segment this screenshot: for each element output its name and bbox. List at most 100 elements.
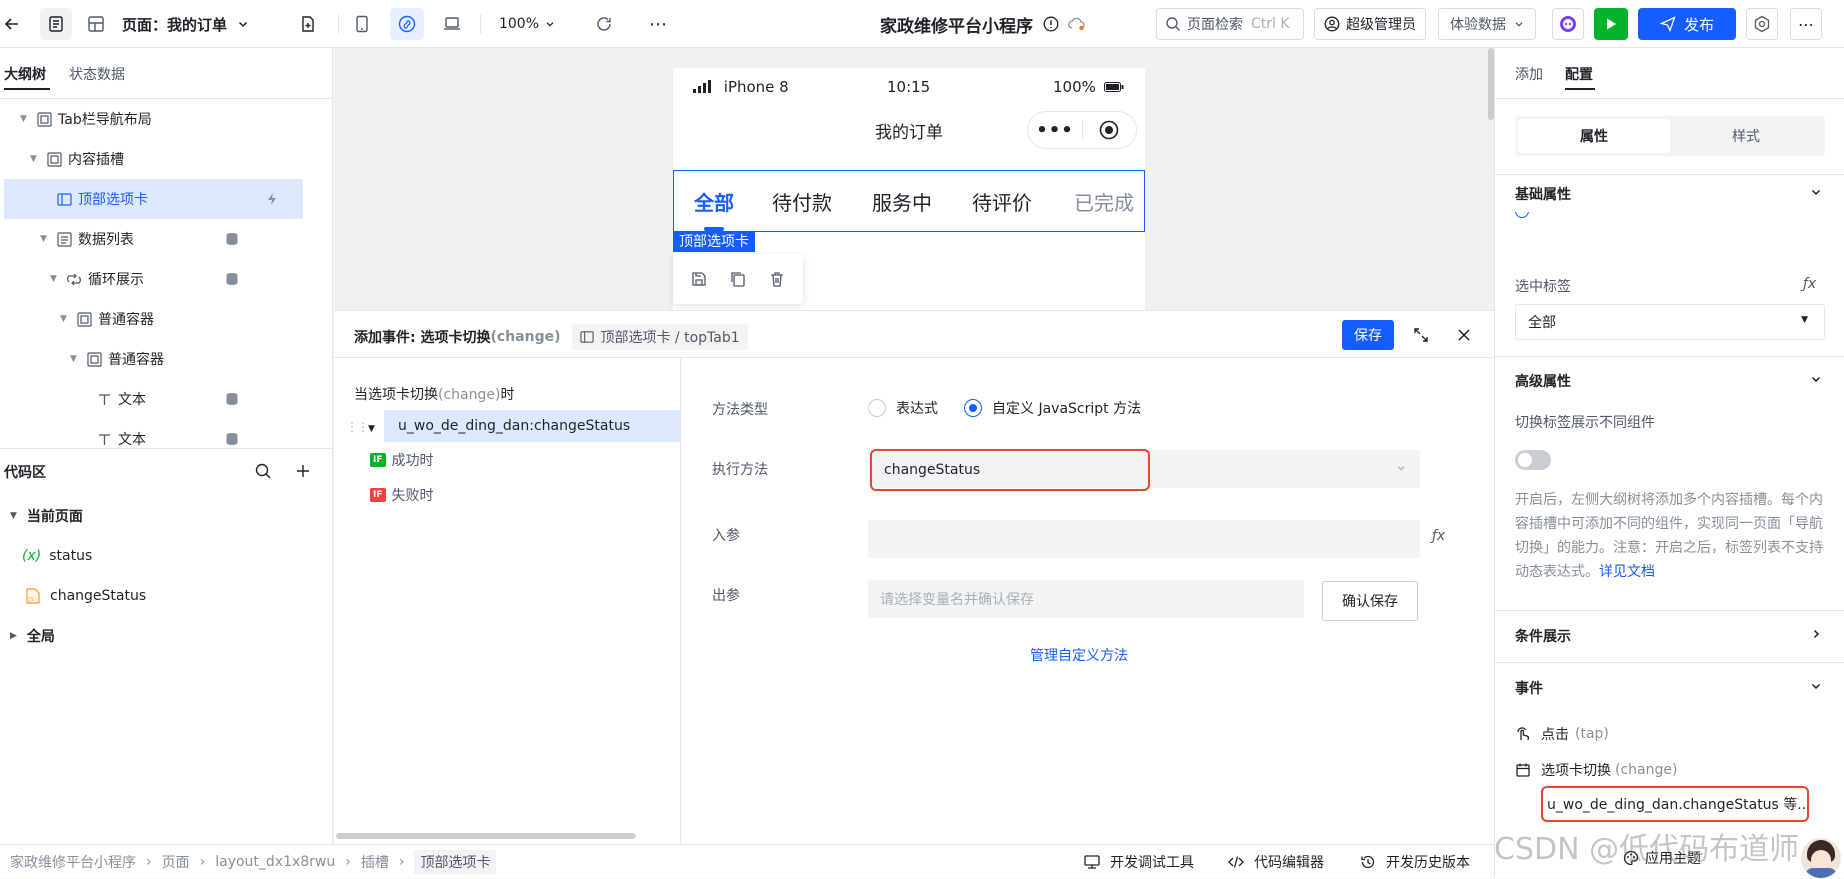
miniprogram-preview-icon[interactable]	[390, 8, 424, 40]
tab-pending-review[interactable]: 待评价	[972, 187, 1032, 216]
tree-node-top-tabs-selected[interactable]: 顶部选项卡	[4, 179, 303, 219]
tree-node-tab-layout[interactable]: ▼ Tab栏导航布局	[4, 99, 303, 139]
seg-styles[interactable]: 样式	[1670, 119, 1822, 153]
radio-circle[interactable]	[964, 399, 982, 417]
breadcrumb-item[interactable]: 页面	[162, 852, 190, 872]
conditional-display-title[interactable]: 条件展示	[1515, 626, 1571, 646]
tab-outline-tree[interactable]: 大纲树	[4, 64, 46, 84]
event-tap[interactable]: 点击 (tap)	[1515, 724, 1609, 744]
drag-handle-icon[interactable]: ⋮⋮	[346, 420, 369, 434]
delete-icon[interactable]	[768, 270, 786, 288]
branch-fail[interactable]: IF 失败时	[370, 485, 434, 505]
tab-state-data[interactable]: 状态数据	[69, 64, 125, 84]
caret-down-icon[interactable]: ▼	[60, 314, 70, 324]
action-item-changestatus[interactable]: u_wo_de_ding_dan:changeStatus	[384, 410, 680, 442]
more-dots-icon[interactable]: •••	[1028, 120, 1082, 141]
breadcrumb-item[interactable]: layout_dx1x8rwu	[215, 854, 335, 870]
desktop-preview-icon[interactable]	[436, 8, 468, 40]
avatar[interactable]	[1801, 838, 1841, 878]
outline-view-icon[interactable]	[40, 8, 72, 40]
history-button[interactable]: 开发历史版本	[1360, 845, 1470, 879]
new-page-icon[interactable]	[292, 8, 324, 40]
docs-link[interactable]: 详见文档	[1599, 564, 1655, 580]
page-selector[interactable]: 页面： 我的订单	[122, 8, 262, 40]
fx-icon[interactable]: ƒx	[1803, 276, 1816, 292]
add-icon[interactable]	[294, 462, 312, 480]
code-editor-button[interactable]: 代码编辑器	[1228, 845, 1324, 879]
save-button[interactable]: 保存	[1342, 320, 1394, 350]
tab-all[interactable]: 全部	[694, 187, 734, 216]
exec-method-value[interactable]: changeStatus	[870, 449, 1150, 491]
tree-node-content-slot[interactable]: ▼ 内容插槽	[4, 139, 303, 179]
caret-down-icon[interactable]: ▼	[30, 154, 40, 164]
page-search-box[interactable]: 页面检索 Ctrl K	[1156, 8, 1304, 40]
chevron-down-icon[interactable]	[1810, 680, 1822, 692]
branch-success[interactable]: IF 成功时	[370, 450, 434, 470]
caret-down-icon[interactable]: ▼	[20, 114, 30, 124]
role-button[interactable]: 超级管理员	[1314, 8, 1426, 40]
tab-pending-payment[interactable]: 待付款	[772, 187, 832, 216]
breadcrumb-current[interactable]: 顶部选项卡	[414, 850, 497, 874]
code-item-changestatus[interactable]: JS changeStatus	[26, 576, 146, 616]
settings-icon[interactable]	[1746, 8, 1778, 40]
save-icon[interactable]	[690, 270, 708, 288]
breadcrumb-item[interactable]: 家政维修平台小程序	[10, 852, 136, 872]
selected-tab-select[interactable]: 全部 ▼	[1515, 304, 1825, 340]
back-arrow-icon[interactable]	[0, 8, 24, 40]
chevron-right-icon[interactable]	[1810, 628, 1822, 640]
chevron-down-icon[interactable]	[1810, 186, 1822, 198]
seg-properties[interactable]: 属性	[1518, 119, 1670, 153]
event-handler-tag[interactable]: u_wo_de_ding_dan.changeStatus 等...	[1541, 786, 1809, 822]
tab-in-service[interactable]: 服务中	[872, 187, 932, 216]
tab-add[interactable]: 添加	[1515, 64, 1543, 84]
close-target-icon[interactable]	[1083, 120, 1136, 140]
horizontal-scrollbar[interactable]	[336, 833, 636, 839]
run-preview-button[interactable]	[1594, 8, 1628, 40]
caret-down-icon[interactable]: ▼	[40, 234, 50, 244]
more-menu-icon[interactable]: ⋯	[1790, 8, 1822, 40]
event-change[interactable]: 选项卡切换 (change)	[1515, 760, 1677, 780]
debug-tools-button[interactable]: 开发调试工具	[1084, 845, 1194, 879]
ai-assistant-icon[interactable]	[1552, 8, 1584, 40]
caret-down-icon[interactable]: ▼	[50, 274, 60, 284]
data-mode-select[interactable]: 体验数据	[1438, 8, 1536, 40]
manage-methods-link[interactable]: 管理自定义方法	[1030, 645, 1128, 665]
miniprogram-capsule[interactable]: •••	[1027, 111, 1137, 149]
info-icon[interactable]	[1043, 16, 1059, 32]
tree-node-text[interactable]: 文本	[4, 419, 303, 459]
caret-down-icon[interactable]: ▼	[70, 354, 80, 364]
fx-icon[interactable]: ƒx	[1432, 528, 1445, 544]
close-icon[interactable]	[1456, 327, 1472, 343]
mobile-preview-icon[interactable]	[346, 8, 378, 40]
code-item-status[interactable]: (x) status	[22, 536, 92, 576]
copy-icon[interactable]	[729, 270, 747, 288]
breadcrumb-item[interactable]: 插槽	[361, 852, 389, 872]
top-tabs-component[interactable]: 全部 待付款 服务中 待评价 已完成	[673, 170, 1145, 232]
zoom-select[interactable]: 100%	[496, 8, 558, 40]
tree-node-container[interactable]: ▼ 普通容器	[4, 299, 303, 339]
radio-custom-js[interactable]: 自定义 JavaScript 方法	[964, 398, 1141, 418]
tree-node-loop[interactable]: ▼ 循环展示	[4, 259, 303, 299]
tree-node-data-list[interactable]: ▼ 数据列表	[4, 219, 303, 259]
search-icon[interactable]	[254, 462, 272, 480]
caret-down-icon[interactable]: ▼	[10, 511, 17, 521]
more-icon[interactable]: ⋯	[642, 8, 674, 40]
tree-node-container[interactable]: ▼ 普通容器	[4, 339, 303, 379]
caret-right-icon[interactable]: ▶	[10, 631, 17, 641]
code-group-current-page[interactable]: ▼ 当前页面	[10, 496, 83, 536]
toggle-switch[interactable]	[1515, 450, 1551, 470]
expand-icon[interactable]	[1412, 326, 1430, 344]
radio-circle[interactable]	[868, 399, 886, 417]
caret-down-icon[interactable]: ▼	[368, 424, 375, 434]
publish-button[interactable]: 发布	[1638, 8, 1736, 40]
tab-completed[interactable]: 已完成	[1074, 187, 1134, 216]
confirm-save-button[interactable]: 确认保存	[1322, 581, 1418, 621]
output-input[interactable]: 请选择变量名并确认保存	[868, 580, 1304, 618]
chevron-down-icon[interactable]	[1810, 373, 1822, 385]
layout-view-icon[interactable]	[80, 8, 112, 40]
radio-expression[interactable]: 表达式	[868, 398, 938, 418]
tree-node-text[interactable]: 文本	[4, 379, 303, 419]
params-input[interactable]	[868, 520, 1420, 558]
refresh-icon[interactable]	[588, 8, 620, 40]
tab-config[interactable]: 配置	[1565, 64, 1593, 84]
